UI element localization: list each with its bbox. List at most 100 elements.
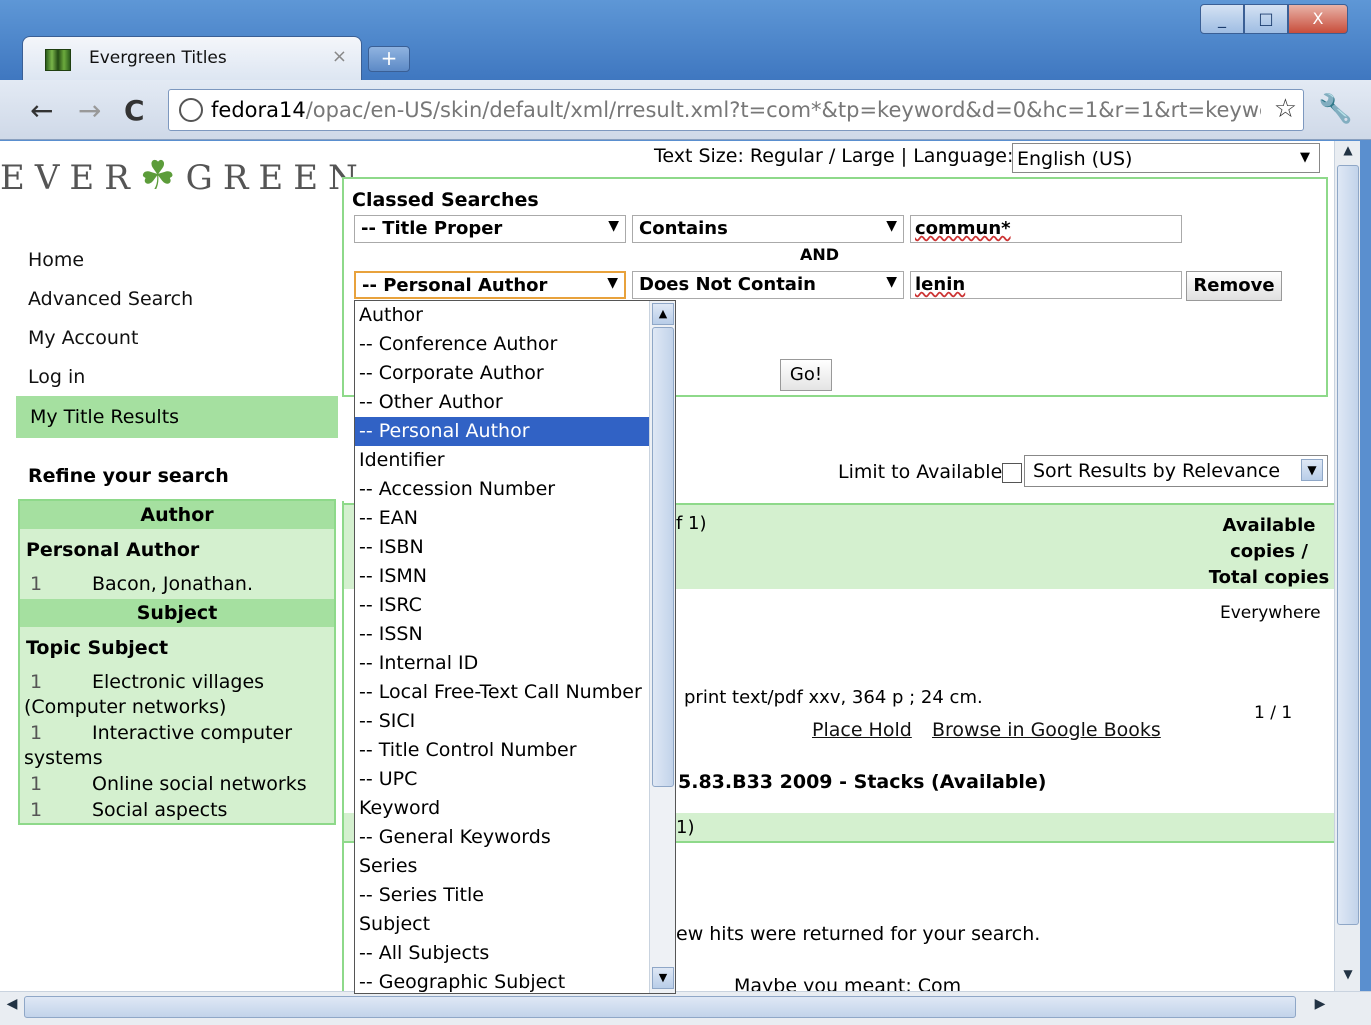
refine-heading: Refine your search bbox=[28, 465, 229, 487]
facet-subject-row[interactable]: 1 Electronic villages bbox=[30, 671, 264, 693]
dropdown-option[interactable]: Series bbox=[355, 852, 649, 881]
facet-author-row[interactable]: 1 Bacon, Jonathan. bbox=[30, 573, 253, 595]
scroll-left-icon[interactable]: ◀ bbox=[2, 996, 22, 1018]
limit-to-available[interactable]: Limit to Available bbox=[838, 461, 1023, 483]
dropdown-option[interactable]: -- Internal ID bbox=[355, 649, 649, 678]
dropdown-option[interactable]: Author bbox=[355, 301, 649, 330]
dropdown-option[interactable]: -- Personal Author bbox=[355, 417, 649, 446]
and-label: AND bbox=[800, 245, 840, 264]
dropdown-option[interactable]: -- General Keywords bbox=[355, 823, 649, 852]
scope-everywhere: Everywhere bbox=[1220, 603, 1321, 623]
facet-topic-subject: Topic Subject bbox=[26, 637, 169, 659]
dropdown-option[interactable]: -- Conference Author bbox=[355, 330, 649, 359]
dropdown-option[interactable]: -- ISMN bbox=[355, 562, 649, 591]
tab-title: Evergreen Titles bbox=[89, 48, 227, 68]
operator-select-1[interactable]: Contains ▼ bbox=[632, 215, 904, 243]
facet-subject-head: Subject bbox=[20, 599, 334, 627]
chevron-down-icon: ▼ bbox=[608, 218, 619, 234]
page-horizontal-scrollbar[interactable]: ◀ ▶ bbox=[0, 991, 1371, 1025]
reload-icon[interactable]: C bbox=[124, 94, 145, 127]
title-bar: Evergreen Titles × + _ □ X bbox=[0, 0, 1371, 80]
facet-subject-row[interactable]: 1 Interactive computer bbox=[30, 722, 292, 744]
tab-close-icon[interactable]: × bbox=[332, 46, 347, 67]
search-term-input-1[interactable]: commun* bbox=[910, 215, 1182, 243]
available-copies-header: Available copies / Total copies bbox=[1208, 515, 1330, 588]
facet-personal-author: Personal Author bbox=[26, 539, 200, 561]
nav-home[interactable]: Home bbox=[28, 249, 84, 271]
url-path: /opac/en-US/skin/default/xml/rresult.xml… bbox=[305, 98, 1261, 122]
go-button[interactable]: Go! bbox=[780, 359, 832, 391]
google-books-link[interactable]: Browse in Google Books bbox=[932, 719, 1161, 741]
evergreen-logo: EVER☘GREEN bbox=[0, 153, 368, 199]
copies-count: 1 / 1 bbox=[1254, 703, 1293, 723]
remove-row-button[interactable]: Remove bbox=[1186, 271, 1282, 301]
nav-advanced-search[interactable]: Advanced Search bbox=[28, 288, 193, 310]
language-select[interactable]: English (US) ▼ bbox=[1012, 143, 1320, 173]
scroll-thumb[interactable] bbox=[24, 996, 1296, 1018]
dropdown-option[interactable]: -- Corporate Author bbox=[355, 359, 649, 388]
dropdown-option[interactable]: Identifier bbox=[355, 446, 649, 475]
browser-window: Evergreen Titles × + _ □ X ← → C fedora1… bbox=[0, 0, 1371, 1025]
scroll-up-icon[interactable]: ▲ bbox=[652, 303, 674, 325]
dropdown-option[interactable]: -- ISBN bbox=[355, 533, 649, 562]
scroll-up-icon[interactable]: ▲ bbox=[1337, 143, 1359, 163]
place-hold-link[interactable]: Place Hold bbox=[812, 719, 912, 741]
dropdown-option[interactable]: -- Local Free-Text Call Number bbox=[355, 678, 649, 707]
sort-select[interactable]: Sort Results by Relevance ▼ bbox=[1024, 455, 1328, 487]
dropdown-option[interactable]: Keyword bbox=[355, 794, 649, 823]
maximize-button[interactable]: □ bbox=[1244, 4, 1288, 34]
dropdown-option[interactable]: -- Other Author bbox=[355, 388, 649, 417]
close-window-button[interactable]: X bbox=[1288, 4, 1348, 34]
record-description: print text/pdf xxv, 364 p ; 24 cm. bbox=[684, 687, 983, 708]
field-dropdown-list[interactable]: Author -- Conference Author -- Corporate A… bbox=[354, 300, 676, 994]
evergreen-leaf-icon: ☘ bbox=[139, 153, 186, 199]
search-term-input-2[interactable]: lenin bbox=[910, 271, 1182, 299]
nav-my-title-results[interactable]: My Title Results bbox=[16, 396, 338, 438]
text-size-language-label: Text Size: Regular / Large | Language: bbox=[654, 145, 1014, 167]
dropdown-option[interactable]: -- SICI bbox=[355, 707, 649, 736]
dropdown-option[interactable]: -- Accession Number bbox=[355, 475, 649, 504]
facet-subject-row[interactable]: 1 Social aspects bbox=[30, 799, 227, 821]
dropdown-option[interactable]: -- EAN bbox=[355, 504, 649, 533]
chevron-down-icon: ▼ bbox=[886, 218, 897, 234]
dropdown-option[interactable]: -- UPC bbox=[355, 765, 649, 794]
field-select-1[interactable]: -- Title Proper ▼ bbox=[354, 215, 626, 243]
dropdown-option[interactable]: Subject bbox=[355, 910, 649, 939]
facet-subject-row-cont: systems bbox=[24, 747, 103, 769]
forward-arrow-icon[interactable]: → bbox=[78, 94, 101, 127]
dropdown-option[interactable]: -- ISSN bbox=[355, 620, 649, 649]
evergreen-favicon-icon bbox=[45, 49, 71, 71]
call-number: 5.83.B33 2009 - Stacks (Available) bbox=[678, 771, 1047, 793]
dropdown-option[interactable]: -- ISRC bbox=[355, 591, 649, 620]
chevron-down-icon: ▼ bbox=[1301, 459, 1323, 481]
operator-select-2[interactable]: Does Not Contain ▼ bbox=[632, 271, 904, 299]
scroll-right-icon[interactable]: ▶ bbox=[1310, 996, 1330, 1018]
new-tab-button[interactable]: + bbox=[368, 46, 410, 72]
scroll-down-icon[interactable]: ▼ bbox=[1337, 967, 1359, 987]
bookmark-star-icon[interactable]: ☆ bbox=[1274, 94, 1297, 124]
scroll-thumb[interactable] bbox=[652, 327, 674, 787]
dropdown-option[interactable]: -- Series Title bbox=[355, 881, 649, 910]
nav-log-in[interactable]: Log in bbox=[28, 366, 85, 388]
scroll-thumb[interactable] bbox=[1337, 165, 1359, 925]
dropdown-option[interactable]: -- All Subjects bbox=[355, 939, 649, 968]
facet-subject-row-cont: (Computer networks) bbox=[24, 696, 227, 718]
page-vertical-scrollbar[interactable]: ▲ ▼ bbox=[1334, 141, 1360, 991]
globe-icon bbox=[179, 98, 203, 122]
scroll-down-icon[interactable]: ▼ bbox=[652, 967, 674, 989]
field-select-2[interactable]: -- Personal Author ▼ bbox=[354, 271, 626, 299]
back-arrow-icon[interactable]: ← bbox=[30, 94, 53, 127]
minimize-button[interactable]: _ bbox=[1200, 4, 1244, 34]
facet-panel: Author Personal Author 1 Bacon, Jonathan.… bbox=[18, 499, 336, 825]
dropdown-option[interactable]: -- Title Control Number bbox=[355, 736, 649, 765]
tab-evergreen-titles[interactable]: Evergreen Titles × bbox=[22, 36, 362, 80]
wrench-menu-icon[interactable]: 🔧 bbox=[1318, 92, 1353, 125]
facet-subject-row[interactable]: 1 Online social networks bbox=[30, 773, 307, 795]
dropdown-scrollbar[interactable]: ▲ ▼ bbox=[649, 301, 675, 993]
did-you-mean[interactable]: Maybe you meant: Com bbox=[734, 975, 961, 991]
limit-available-checkbox[interactable] bbox=[1002, 462, 1023, 483]
nav-my-account[interactable]: My Account bbox=[28, 327, 138, 349]
classed-searches-title: Classed Searches bbox=[352, 189, 539, 211]
address-bar[interactable]: fedora14/opac/en-US/skin/default/xml/rre… bbox=[168, 89, 1304, 131]
dropdown-option[interactable]: -- Geographic Subject bbox=[355, 968, 649, 993]
